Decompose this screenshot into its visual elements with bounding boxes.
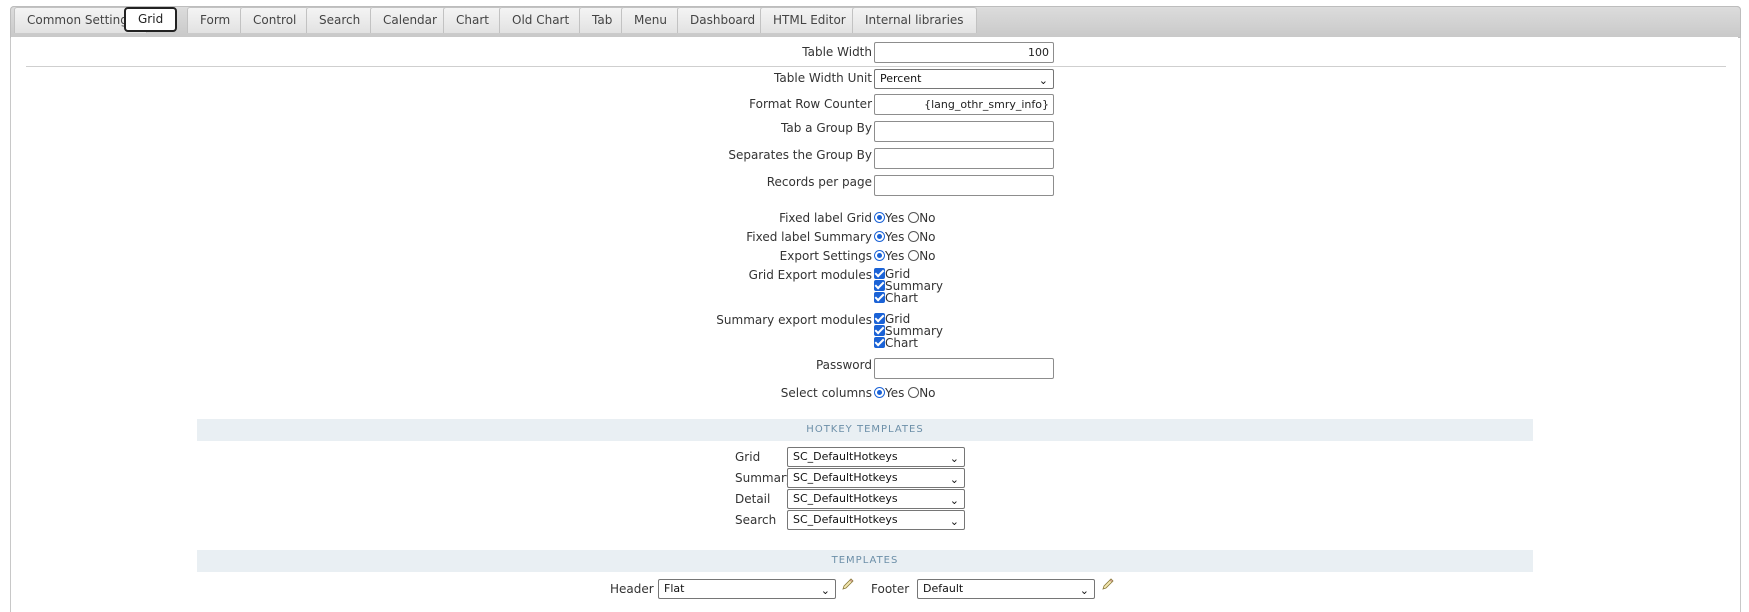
hotkey-templates-header: HOTKEY TEMPLATES xyxy=(197,419,1533,441)
summary-export-summary-checkbox[interactable] xyxy=(874,325,885,336)
grid-export-chart-label: Chart xyxy=(885,291,918,305)
chevron-down-icon: ⌄ xyxy=(820,584,830,597)
format-row-counter-input[interactable] xyxy=(874,94,1054,115)
chevron-down-icon: ⌄ xyxy=(949,515,959,528)
hotkey-search-value: SC_DefaultHotkeys xyxy=(793,513,898,526)
table-width-unit-value: Percent xyxy=(880,72,922,85)
tab-group-by-input[interactable] xyxy=(874,121,1054,142)
select-columns-label: Select columns xyxy=(780,386,872,400)
chevron-down-icon: ⌄ xyxy=(1079,584,1089,597)
fixed-label-grid-yes-label: Yes xyxy=(885,211,905,225)
footer-template-value: Default xyxy=(923,582,964,595)
hotkey-detail-label: Detail xyxy=(735,492,771,506)
tab-control[interactable]: Control xyxy=(240,7,310,33)
templates-header: TEMPLATES xyxy=(197,550,1533,572)
select-columns-yes-radio[interactable] xyxy=(874,387,885,398)
hotkey-summary-select[interactable]: SC_DefaultHotkeys ⌄ xyxy=(787,468,965,488)
chevron-down-icon: ⌄ xyxy=(949,473,959,486)
fixed-label-summary-label: Fixed label Summary xyxy=(746,230,872,244)
tab-dashboard[interactable]: Dashboard xyxy=(677,7,769,33)
grid-settings-panel: Table Width Table Width Unit Percent ⌄ F… xyxy=(11,37,1738,611)
tab-tab[interactable]: Tab xyxy=(579,7,626,33)
format-row-counter-label: Format Row Counter xyxy=(749,97,872,111)
hotkey-grid-value: SC_DefaultHotkeys xyxy=(793,450,898,463)
pencil-icon[interactable] xyxy=(1102,578,1114,590)
export-settings-label: Export Settings xyxy=(779,249,872,263)
header-template-label: Header xyxy=(610,582,654,596)
fixed-label-summary-no-radio[interactable] xyxy=(908,231,920,242)
grid-export-summary-checkbox[interactable] xyxy=(874,280,885,291)
select-columns-no-label: No xyxy=(919,386,936,400)
summary-export-chart-checkbox[interactable] xyxy=(874,337,885,348)
records-per-page-input[interactable] xyxy=(874,175,1054,196)
tab-group-by-label: Tab a Group By xyxy=(781,121,872,135)
chevron-down-icon: ⌄ xyxy=(949,452,959,465)
tab-html-editor[interactable]: HTML Editor xyxy=(760,7,859,33)
export-settings-yes-radio[interactable] xyxy=(874,250,885,261)
header-template-select[interactable]: Flat ⌄ xyxy=(658,579,836,599)
table-width-unit-label: Table Width Unit xyxy=(774,71,872,85)
grid-export-modules-label: Grid Export modules xyxy=(748,268,872,282)
records-per-page-label: Records per page xyxy=(766,175,872,189)
hotkey-grid-select[interactable]: SC_DefaultHotkeys ⌄ xyxy=(787,447,965,467)
grid-export-chart-checkbox[interactable] xyxy=(874,292,885,303)
divider xyxy=(26,66,1726,67)
tab-internal-libraries[interactable]: Internal libraries xyxy=(852,7,977,33)
separates-group-by-input[interactable] xyxy=(874,148,1054,169)
export-settings-yes-label: Yes xyxy=(885,249,905,263)
fixed-label-grid-no-label: No xyxy=(919,211,936,225)
summary-export-chart-label: Chart xyxy=(885,336,918,350)
tab-chart[interactable]: Chart xyxy=(443,7,502,33)
grid-export-grid-checkbox[interactable] xyxy=(874,268,885,279)
hotkey-summary-value: SC_DefaultHotkeys xyxy=(793,471,898,484)
password-input[interactable] xyxy=(874,358,1054,379)
fixed-label-grid-label: Fixed label Grid xyxy=(779,211,872,225)
tab-old-chart[interactable]: Old Chart xyxy=(499,7,583,33)
table-width-label: Table Width xyxy=(802,45,872,59)
table-width-unit-select[interactable]: Percent ⌄ xyxy=(874,69,1054,89)
tab-grid[interactable]: Grid xyxy=(124,7,178,32)
chevron-down-icon: ⌄ xyxy=(949,494,959,507)
tab-calendar[interactable]: Calendar xyxy=(370,7,450,33)
fixed-label-summary-yes-radio[interactable] xyxy=(874,231,885,242)
separates-group-by-label: Separates the Group By xyxy=(728,148,872,162)
select-columns-yes-label: Yes xyxy=(885,386,905,400)
header-template-value: Flat xyxy=(664,582,685,595)
fixed-label-grid-yes-radio[interactable] xyxy=(874,212,885,223)
export-settings-no-label: No xyxy=(919,249,936,263)
tab-menu[interactable]: Menu xyxy=(621,7,680,33)
hotkey-detail-value: SC_DefaultHotkeys xyxy=(793,492,898,505)
password-label: Password xyxy=(815,358,872,372)
summary-export-grid-checkbox[interactable] xyxy=(874,313,885,324)
hotkey-detail-select[interactable]: SC_DefaultHotkeys ⌄ xyxy=(787,489,965,509)
fixed-label-grid-no-radio[interactable] xyxy=(908,212,920,223)
select-columns-no-radio[interactable] xyxy=(908,387,920,398)
hotkey-search-label: Search xyxy=(735,513,777,527)
fixed-label-summary-yes-label: Yes xyxy=(885,230,905,244)
footer-template-label: Footer xyxy=(871,582,910,596)
export-settings-no-radio[interactable] xyxy=(908,250,920,261)
pencil-icon[interactable] xyxy=(842,578,854,590)
hotkey-search-select[interactable]: SC_DefaultHotkeys ⌄ xyxy=(787,510,965,530)
chevron-down-icon: ⌄ xyxy=(1038,74,1048,87)
tab-search[interactable]: Search xyxy=(306,7,374,33)
hotkey-grid-label: Grid xyxy=(735,450,761,464)
summary-export-modules-label: Summary export modules xyxy=(716,313,872,327)
table-width-input[interactable] xyxy=(874,42,1054,63)
tab-form[interactable]: Form xyxy=(187,7,244,33)
fixed-label-summary-no-label: No xyxy=(919,230,936,244)
hotkey-summary-label: Summary xyxy=(735,471,793,485)
footer-template-select[interactable]: Default ⌄ xyxy=(917,579,1095,599)
